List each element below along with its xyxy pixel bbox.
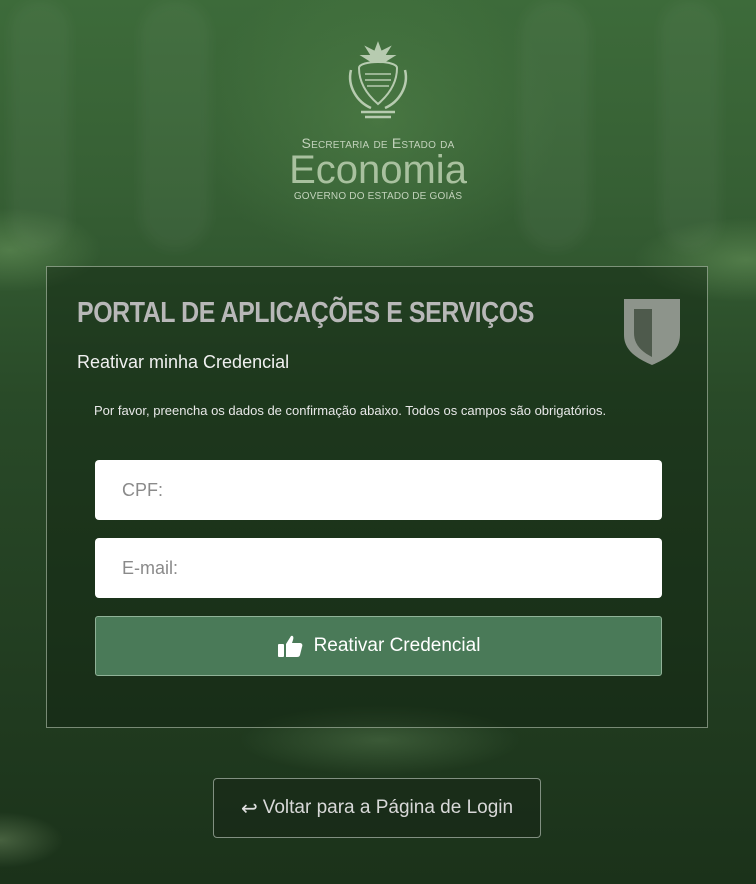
shield-icon xyxy=(624,299,680,365)
goias-coat-of-arms-icon xyxy=(348,41,408,119)
background-decoration xyxy=(10,0,70,250)
back-to-login-button[interactable]: ↩ Voltar para a Página de Login xyxy=(213,778,541,838)
reactivation-panel: PORTAL DE APLICAÇÕES E SERVIÇOS Reativar… xyxy=(46,266,708,728)
thumbs-up-icon xyxy=(277,635,302,657)
page-subtitle: Reativar minha Credencial xyxy=(77,352,290,372)
background-decoration xyxy=(140,0,210,250)
logo-economia-text: Economia xyxy=(289,148,467,192)
cpf-input[interactable] xyxy=(95,460,662,520)
email-input[interactable] xyxy=(95,538,662,598)
economia-logo: Secretaria de Estado da Economia GOVERNO… xyxy=(270,40,486,202)
reactivate-credential-button[interactable]: Reativar Credencial xyxy=(95,616,662,676)
reactivate-credential-label: Reativar Credencial xyxy=(313,635,481,656)
background-decoration xyxy=(520,0,590,250)
portal-title: PORTAL DE APLICAÇÕES E SERVIÇOS xyxy=(77,297,534,329)
back-to-login-label: Voltar para a Página de Login xyxy=(262,797,514,818)
logo-governo-text: GOVERNO DO ESTADO DE GOIÁS xyxy=(293,191,463,202)
background-decoration xyxy=(660,0,720,250)
reply-arrow-icon: ↩ xyxy=(240,797,258,820)
form-instructions: Por favor, preencha os dados de confirma… xyxy=(94,403,607,418)
